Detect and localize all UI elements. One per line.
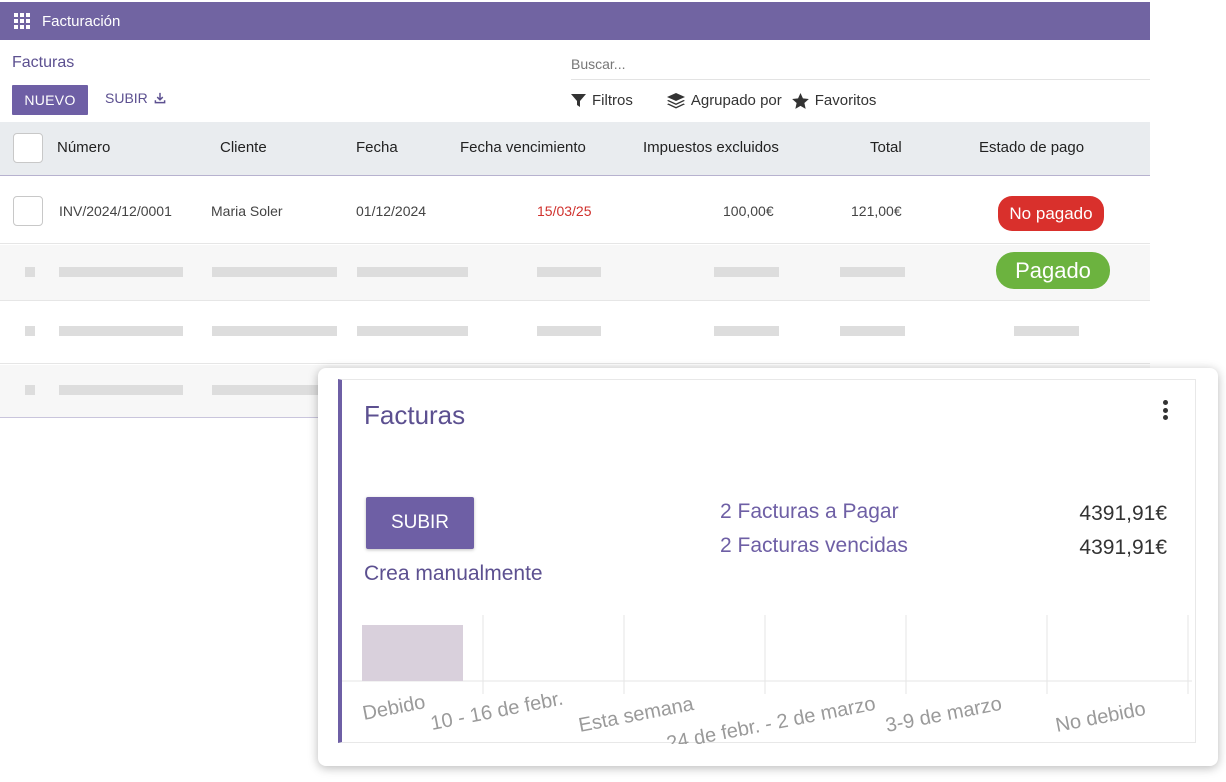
column-number[interactable]: Número	[57, 139, 110, 156]
chart-category-label: Debido	[361, 691, 427, 725]
row-checkbox[interactable]	[13, 196, 43, 226]
column-untaxed[interactable]: Impuestos excluidos	[643, 139, 779, 156]
placeholder-bar	[59, 385, 183, 395]
filters-label: Filtros	[592, 92, 633, 109]
filter-icon	[571, 93, 586, 107]
chart-bar[interactable]	[362, 625, 463, 681]
invoice-date: 01/12/2024	[356, 203, 427, 219]
download-icon	[154, 92, 166, 104]
placeholder-row	[0, 302, 1150, 364]
chart-category-label: 24 de febr. - 2 de marzo	[665, 693, 878, 744]
table-header: Número Cliente Fecha Fecha vencimiento I…	[0, 122, 1150, 176]
column-payment-status[interactable]: Estado de pago	[979, 139, 1084, 156]
client-name: Maria Soler	[211, 203, 283, 219]
group-by-toggle[interactable]: Agrupado por	[666, 92, 782, 109]
breadcrumb[interactable]: Facturas	[12, 54, 74, 72]
layers-icon	[666, 92, 685, 108]
placeholder-bar	[212, 326, 337, 336]
placeholder-bar	[714, 326, 779, 336]
grid-icon[interactable]	[14, 13, 30, 29]
aging-bar-chart: Debido 10 - 16 de febr. Esta semana24 de f…	[342, 615, 1192, 744]
column-client[interactable]: Cliente	[220, 139, 267, 156]
status-badge: Pagado	[996, 252, 1110, 289]
table-row[interactable]: INV/2024/12/0001 Maria Soler 01/12/2024 …	[0, 177, 1150, 244]
placeholder-bar	[840, 326, 905, 336]
placeholder-bar	[212, 267, 337, 277]
placeholder-checkbox	[25, 385, 35, 395]
invoice-number: INV/2024/12/0001	[59, 203, 172, 219]
total-amount: 121,00€	[851, 203, 902, 219]
placeholder-bar	[357, 267, 468, 277]
placeholder-bar	[59, 326, 183, 336]
placeholder-bar	[59, 267, 183, 277]
column-total[interactable]: Total	[870, 139, 902, 156]
placeholder-bar	[537, 267, 601, 277]
app-title[interactable]: Facturación	[42, 13, 120, 30]
due-date: 15/03/25	[537, 203, 592, 219]
new-button[interactable]: NUEVO	[12, 85, 88, 115]
star-icon	[791, 92, 809, 109]
placeholder-bar	[537, 326, 601, 336]
favorites-label: Favoritos	[814, 92, 877, 109]
chart-category-label: 3-9 de marzo	[884, 693, 1004, 737]
dashboard-card: Facturas SUBIR Crea manualmente 2 Factur…	[318, 368, 1218, 766]
search-input[interactable]: Buscar...	[571, 56, 1150, 80]
placeholder-checkbox	[25, 326, 35, 336]
search-options: Filtros Agrupado por Favoritos	[571, 92, 876, 109]
group-by-label: Agrupado por	[690, 92, 782, 109]
status-badge: No pagado	[998, 196, 1104, 231]
top-navbar: Facturación	[0, 2, 1150, 40]
chart-category-label: 10 - 16 de febr.	[429, 688, 565, 735]
chart-category-label: No debido	[1054, 698, 1148, 737]
upload-button[interactable]: SUBIR	[105, 90, 166, 106]
placeholder-checkbox	[25, 267, 35, 277]
select-all-checkbox[interactable]	[13, 133, 43, 163]
placeholder-bar	[1014, 326, 1079, 336]
placeholder-bar	[840, 267, 905, 277]
upload-label: SUBIR	[105, 90, 148, 106]
placeholder-row: Pagado	[0, 245, 1150, 301]
placeholder-bar	[357, 326, 468, 336]
untaxed-amount: 100,00€	[723, 203, 774, 219]
placeholder-bar	[714, 267, 779, 277]
filters-toggle[interactable]: Filtros	[571, 92, 633, 109]
column-date[interactable]: Fecha	[356, 139, 398, 156]
column-due-date[interactable]: Fecha vencimiento	[460, 139, 586, 156]
favorites-toggle[interactable]: Favoritos	[791, 92, 877, 109]
card-body: Facturas SUBIR Crea manualmente 2 Factur…	[338, 379, 1196, 744]
